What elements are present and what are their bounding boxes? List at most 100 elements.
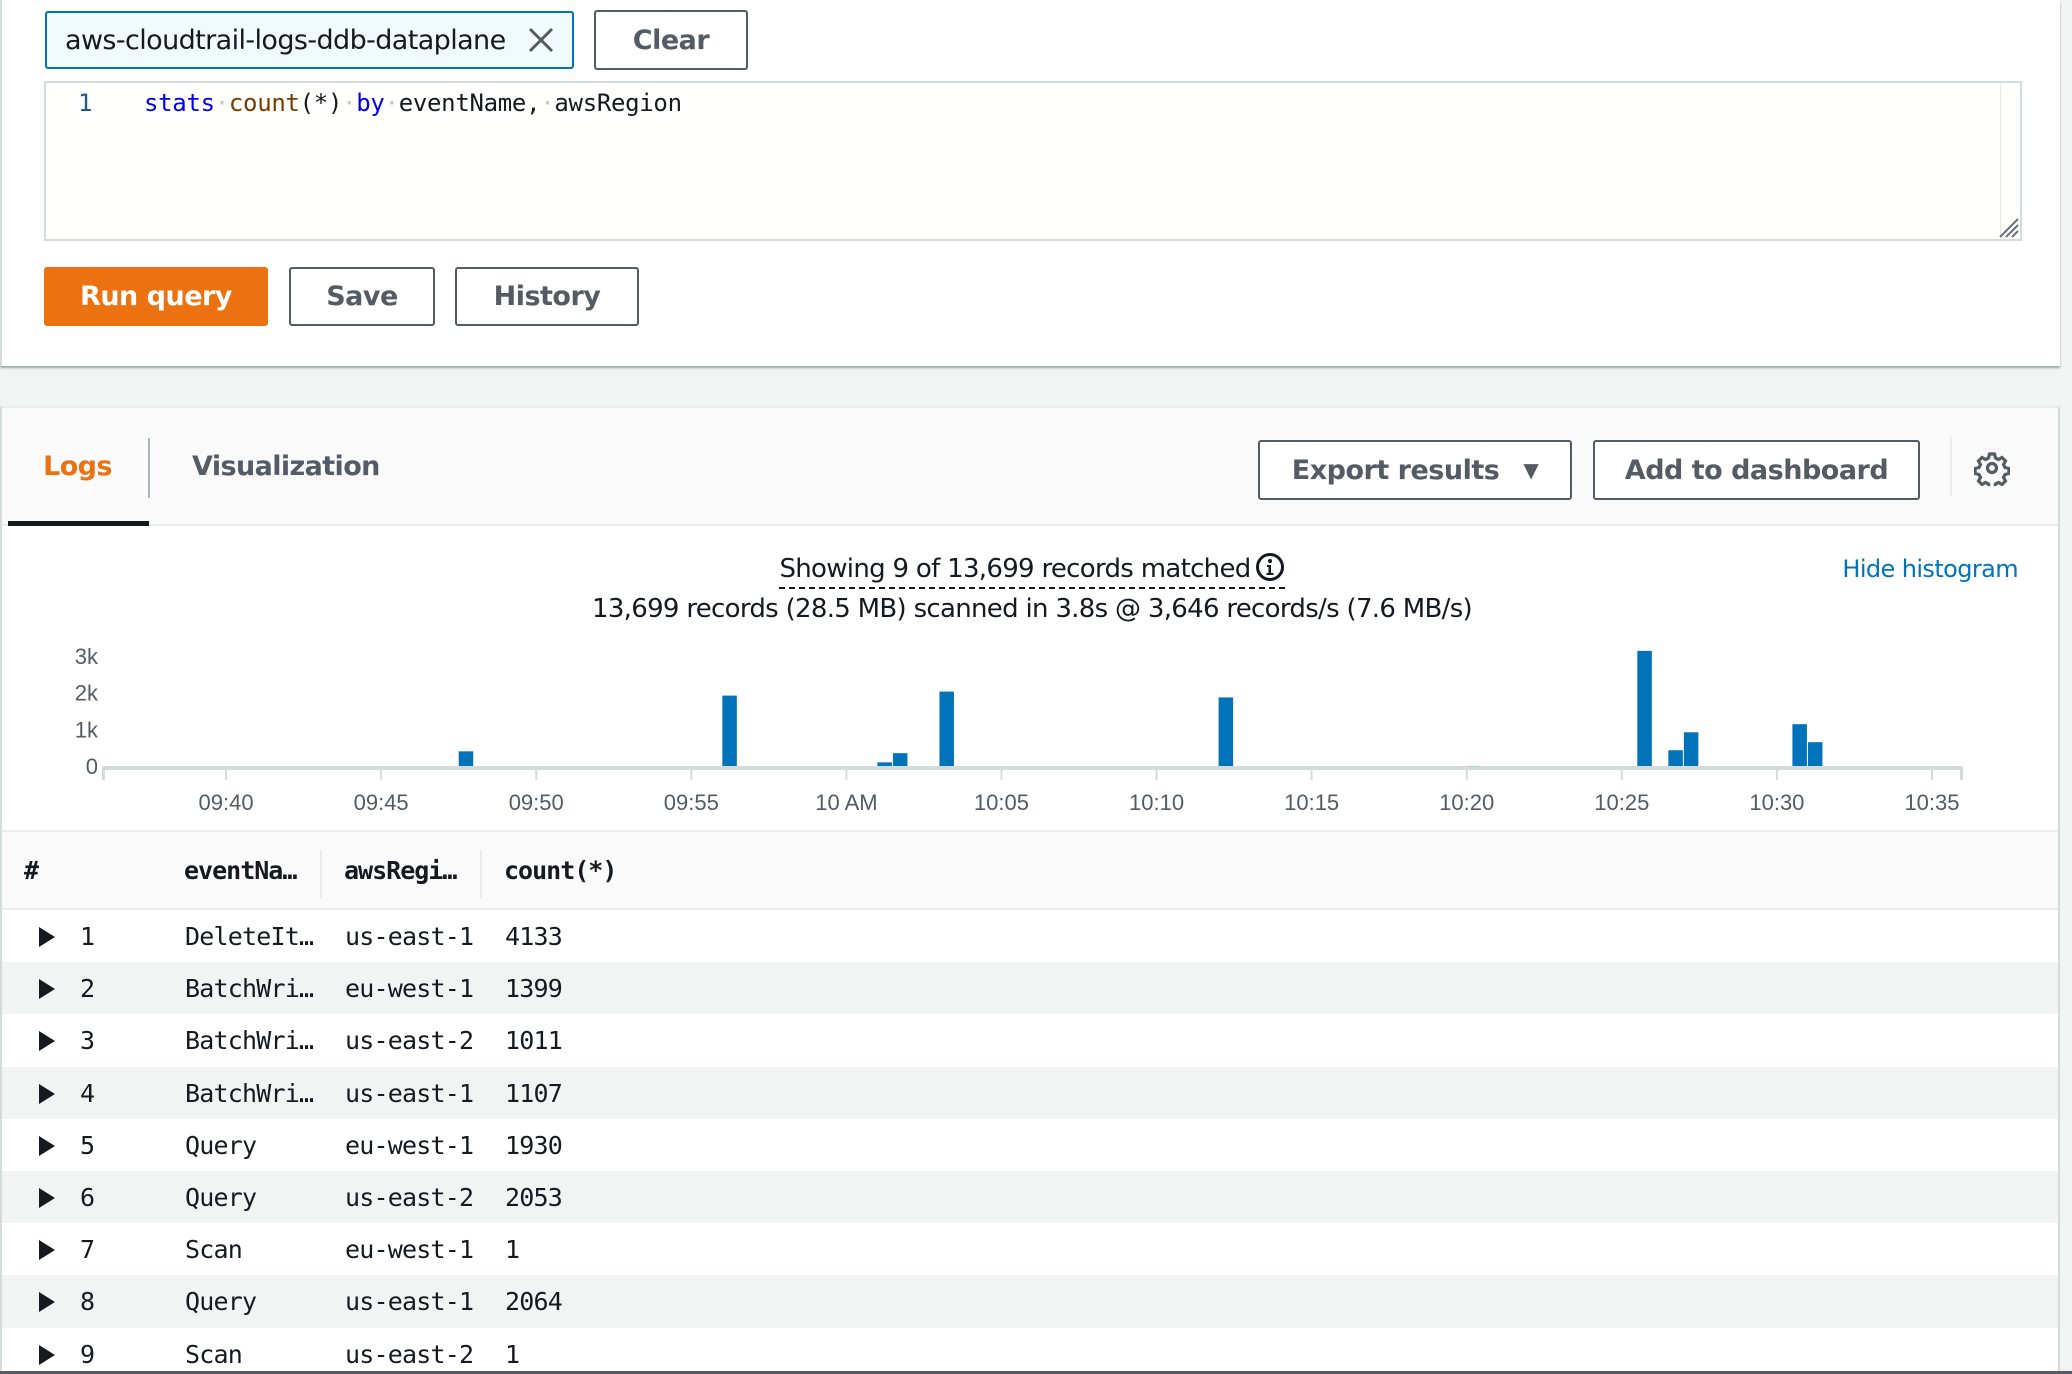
triangle-right-icon[interactable] xyxy=(38,1187,56,1209)
histogram-bar[interactable] xyxy=(1218,697,1234,766)
cell-count: 4133 xyxy=(505,922,563,951)
histogram-bar[interactable] xyxy=(1807,742,1823,766)
line-number: 1 xyxy=(78,89,93,117)
row-index: 7 xyxy=(80,1235,95,1265)
query-code[interactable]: stats·count(*)·by·eventName,·awsRegion xyxy=(144,89,682,117)
toolbar-divider xyxy=(1950,436,1952,496)
histogram-bar[interactable] xyxy=(458,751,474,766)
cell-awsregion: us-east-2 xyxy=(345,1026,474,1056)
x-tick-label: 10:10 xyxy=(1129,790,1184,815)
table-row[interactable]: 1 DeleteIt… us-east-1 4133 xyxy=(2,910,2058,962)
triangle-right-icon[interactable] xyxy=(38,1030,56,1052)
x-tick-label: 10:15 xyxy=(1284,790,1339,815)
table-body: 1 DeleteIt… us-east-1 4133 2 BatchWri… eu-west… xyxy=(2,910,2058,1374)
row-index: 8 xyxy=(80,1287,95,1317)
histogram-bar[interactable] xyxy=(722,695,737,766)
tab-visualization[interactable]: Visualization xyxy=(192,408,380,524)
histogram-bar[interactable] xyxy=(877,762,892,766)
histogram-bars xyxy=(458,650,1823,767)
x-tick-mark xyxy=(1310,770,1313,780)
cell-awsregion: us-east-2 xyxy=(345,1339,474,1369)
gear-icon[interactable] xyxy=(1974,450,2010,486)
table-row[interactable]: 4 BatchWri… us-east-1 1107 xyxy=(2,1066,2058,1119)
log-group-name: aws-cloudtrail-logs-ddb-dataplane xyxy=(65,24,506,56)
log-group-chip[interactable]: aws-cloudtrail-logs-ddb-dataplane xyxy=(45,11,574,69)
cell-awsregion: eu-west-1 xyxy=(345,1130,474,1160)
history-button[interactable]: History xyxy=(455,267,639,326)
x-axis-end-tick xyxy=(1960,766,1963,780)
info-icon[interactable] xyxy=(1255,552,1285,582)
column-resize-handle[interactable] xyxy=(480,850,482,898)
x-tick-mark xyxy=(1155,770,1158,780)
keyword-stats: stats xyxy=(144,89,215,117)
column-resize-handle[interactable] xyxy=(320,850,322,898)
cell-count: 2053 xyxy=(505,1182,563,1212)
add-to-dashboard-button[interactable]: Add to dashboard xyxy=(1593,440,1920,500)
histogram-bar[interactable] xyxy=(1668,750,1683,766)
table-row[interactable]: 3 BatchWri… us-east-2 1011 xyxy=(2,1014,2058,1066)
table-row[interactable]: 5 Query eu-west-1 1930 xyxy=(2,1119,2058,1171)
table-row[interactable]: 6 Query us-east-2 2053 xyxy=(2,1170,2058,1224)
cell-count: 1399 xyxy=(505,974,563,1004)
tab-divider xyxy=(148,438,150,498)
column-header-count[interactable]: count(*) xyxy=(504,856,617,885)
field-eventname: eventName, xyxy=(398,89,541,117)
table-row[interactable]: 9 Scan us-east-2 1 xyxy=(2,1328,2058,1374)
triangle-right-icon[interactable] xyxy=(38,1239,56,1261)
query-editor[interactable]: 1 stats·count(*)·by·eventName,·awsRegion xyxy=(44,81,2022,241)
table-row[interactable]: 8 Query us-east-1 2064 xyxy=(2,1275,2058,1328)
cell-count: 1 xyxy=(505,1235,520,1265)
histogram-bar[interactable] xyxy=(939,691,954,766)
triangle-right-icon[interactable] xyxy=(38,926,56,948)
save-button[interactable]: Save xyxy=(289,267,435,326)
resize-grip-icon[interactable] xyxy=(1994,213,2020,239)
cell-awsregion: eu-west-1 xyxy=(345,1235,474,1265)
triangle-right-icon[interactable] xyxy=(38,1344,56,1366)
row-index: 5 xyxy=(80,1130,95,1160)
triangle-right-icon[interactable] xyxy=(38,978,56,1000)
triangle-right-icon[interactable] xyxy=(38,1291,56,1313)
histogram-bar[interactable] xyxy=(1683,732,1699,766)
cell-eventname: Query xyxy=(185,1287,257,1317)
tab-logs[interactable]: Logs xyxy=(6,408,149,526)
cell-eventname: BatchWri… xyxy=(185,974,314,1004)
x-tick-mark xyxy=(1620,770,1623,780)
x-tick-label: 10:35 xyxy=(1904,790,1959,815)
export-results-button[interactable]: Export results ▼ xyxy=(1258,440,1572,500)
y-tick-label: 1k xyxy=(75,717,99,742)
triangle-right-icon[interactable] xyxy=(38,1135,56,1157)
hide-histogram-link[interactable]: Hide histogram xyxy=(1842,555,2018,583)
clear-button-label: Clear xyxy=(632,24,710,56)
cell-eventname: Query xyxy=(185,1182,257,1212)
histogram-bar[interactable] xyxy=(892,753,908,766)
row-index: 9 xyxy=(80,1339,95,1369)
x-tick-label: 10:30 xyxy=(1749,790,1804,815)
histogram-bar[interactable] xyxy=(1466,765,1482,767)
cell-eventname: BatchWri… xyxy=(185,1078,314,1108)
cell-awsregion: us-east-1 xyxy=(345,1287,474,1317)
x-tick-mark xyxy=(535,770,538,780)
table-row[interactable]: 2 BatchWri… eu-west-1 1399 xyxy=(2,962,2058,1015)
count-args: (*) xyxy=(299,89,343,117)
export-results-label: Export results xyxy=(1291,454,1500,486)
close-x-icon[interactable] xyxy=(524,23,558,57)
table-row[interactable]: 7 Scan eu-west-1 1 xyxy=(2,1223,2058,1275)
x-tick-mark xyxy=(380,770,383,780)
clear-button[interactable]: Clear xyxy=(594,10,748,70)
cell-count: 1 xyxy=(505,1339,520,1369)
cell-eventname: Scan xyxy=(185,1235,243,1265)
table-header: # eventNa… awsRegi… count(*) xyxy=(2,830,2058,910)
histogram-bar[interactable] xyxy=(1637,650,1652,766)
results-panel: Logs Visualization Export results ▼ Add … xyxy=(0,406,2060,1374)
column-header-eventname[interactable]: eventNa… xyxy=(184,856,297,885)
x-tick-label: 10:25 xyxy=(1594,790,1649,815)
save-label: Save xyxy=(326,281,398,312)
triangle-right-icon[interactable] xyxy=(38,1083,56,1105)
history-label: History xyxy=(493,281,601,312)
histogram-bar[interactable] xyxy=(1792,724,1807,766)
cell-awsregion: us-east-2 xyxy=(345,1182,474,1212)
records-matched-text[interactable]: Showing 9 of 13,699 records matched xyxy=(779,552,1285,589)
caret-down-icon: ▼ xyxy=(1523,458,1539,482)
run-query-button[interactable]: Run query xyxy=(44,267,268,326)
column-header-awsregion[interactable]: awsRegi… xyxy=(344,856,457,885)
